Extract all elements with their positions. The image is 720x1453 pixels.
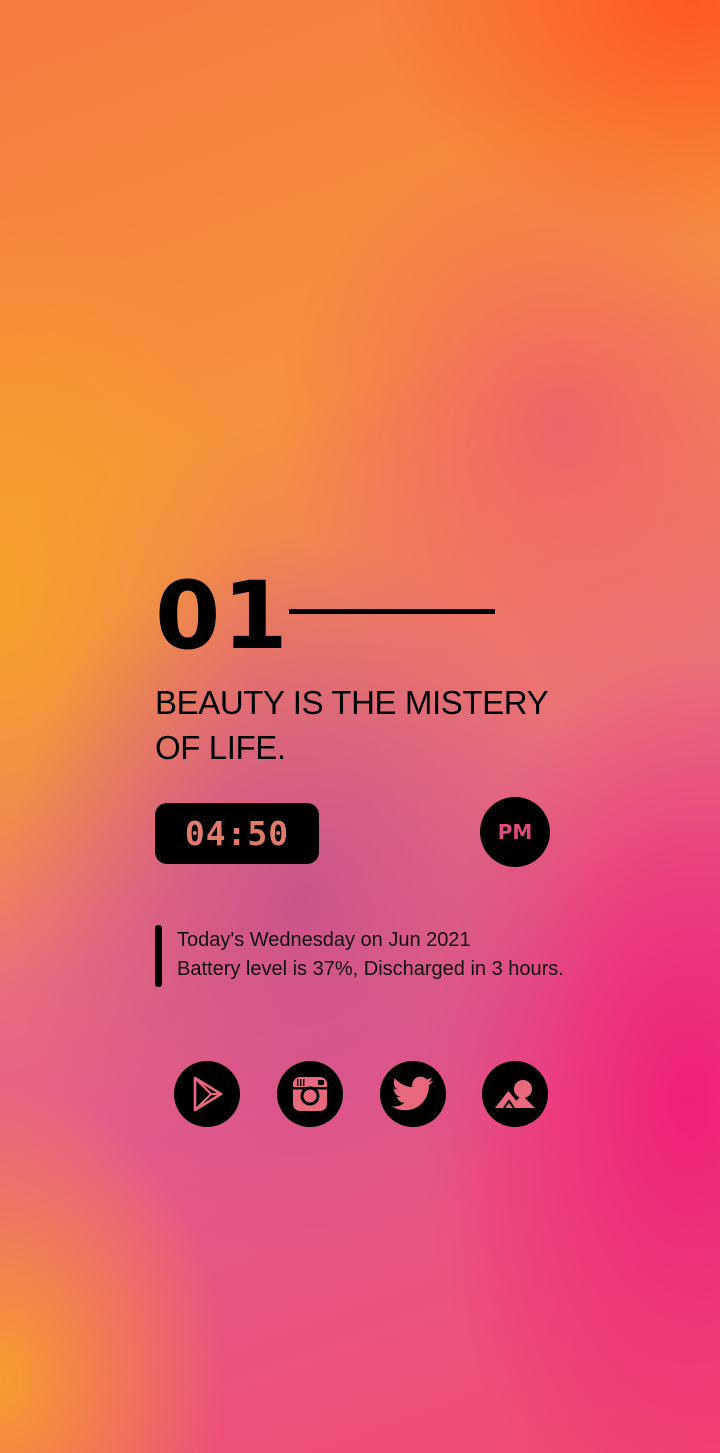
clock-time: 04:50 xyxy=(184,814,290,853)
instagram-button[interactable] xyxy=(277,1061,343,1127)
twitter-button[interactable] xyxy=(380,1061,446,1127)
divider-line xyxy=(289,609,495,614)
meridiem-text: PM xyxy=(497,820,533,844)
info-accent-bar xyxy=(155,925,162,987)
instagram-icon xyxy=(290,1074,330,1114)
twitter-icon xyxy=(392,1075,434,1113)
clock[interactable]: 04:50 xyxy=(155,803,319,864)
gallery-button[interactable] xyxy=(482,1061,548,1127)
shortcut-row xyxy=(174,1061,554,1131)
day-number: 01 xyxy=(155,562,290,671)
gallery-icon xyxy=(493,1074,537,1114)
quote-text: BEAUTY IS THE MISTERY OF LIFE. xyxy=(155,684,548,766)
battery-text: Battery level is 37%, Discharged in 3 ho… xyxy=(177,958,564,980)
play-store-icon xyxy=(187,1074,227,1114)
date-text: Today's Wednesday on Jun 2021 xyxy=(177,929,471,951)
meridiem-badge: PM xyxy=(480,797,550,867)
play-store-button[interactable] xyxy=(174,1061,240,1127)
